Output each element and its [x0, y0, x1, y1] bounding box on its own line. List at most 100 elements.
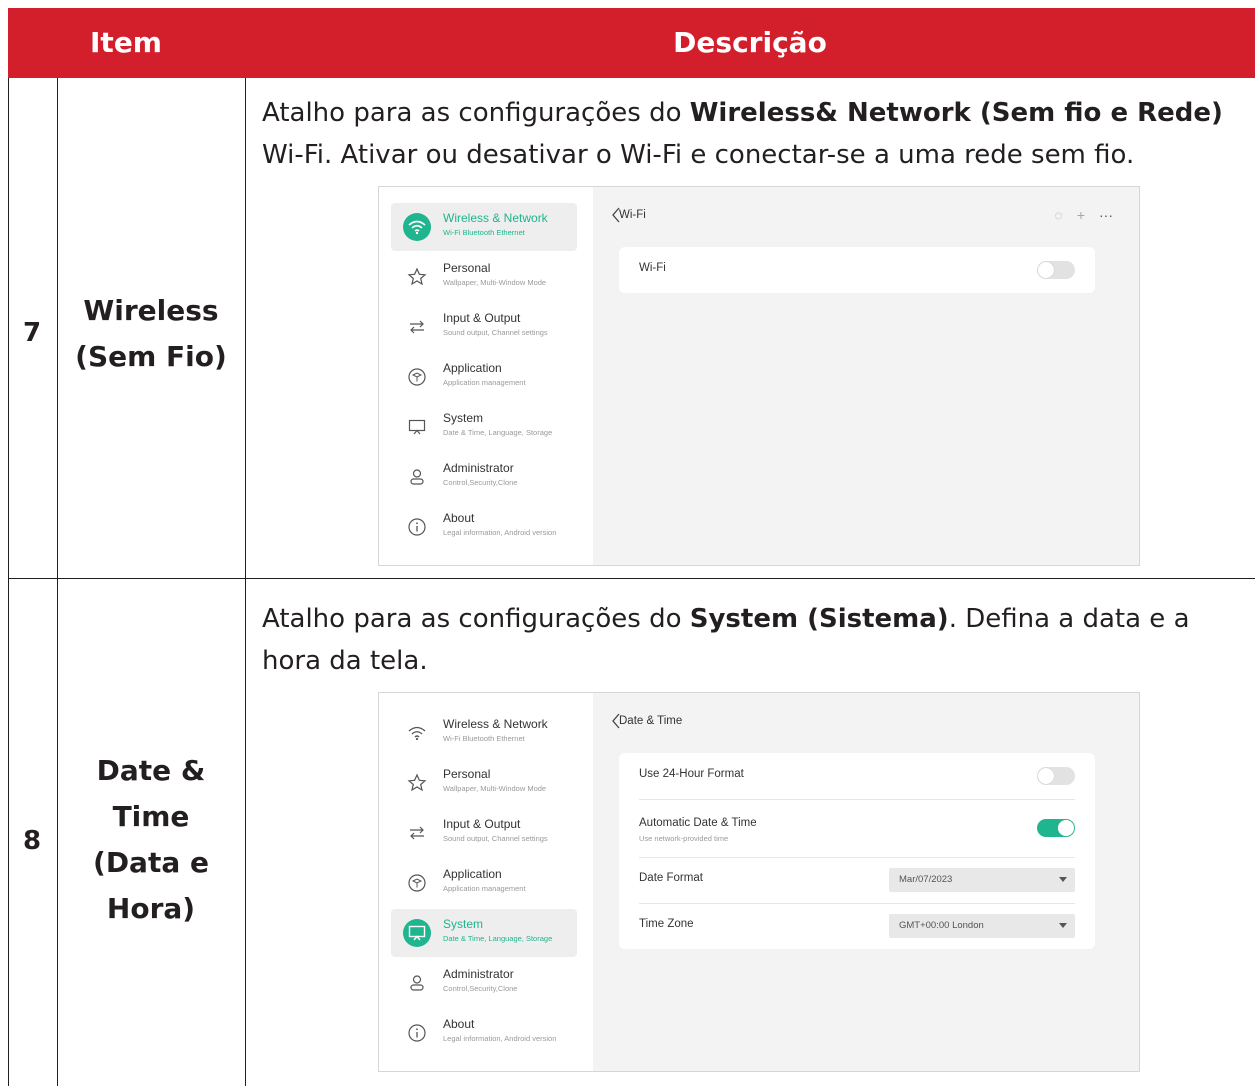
- desc-text: Wi-Fi. Ativar ou desativar o Wi-Fi e con…: [262, 140, 1135, 170]
- sidebar-item-subtitle: Wallpaper, Multi-Window Mode: [443, 278, 547, 287]
- row-number: 7: [22, 318, 42, 348]
- automatic-datetime-row: Automatic Date & Time Use network-provid…: [639, 799, 1075, 858]
- sidebar-item-title: Wireless & Network: [443, 211, 548, 225]
- cube-icon: [403, 363, 431, 391]
- sidebar-item-input-output[interactable]: Input & Output Sound output, Channel set…: [391, 809, 577, 857]
- sidebar-item-about[interactable]: About Legal information, Android version: [391, 503, 577, 551]
- wifi-toggle[interactable]: [1037, 261, 1075, 279]
- wifi-row: Wi-Fi: [639, 247, 1075, 293]
- star-icon: [403, 263, 431, 291]
- row-description: Atalho para as configurações do System (…: [262, 598, 1252, 682]
- sidebar-item-subtitle: Wi-Fi Bluetooth Ethernet: [443, 228, 525, 237]
- row-item-name-line: Date &: [96, 754, 206, 787]
- desc-text: Atalho para as configurações do: [262, 604, 690, 634]
- table-border-item: [245, 78, 246, 1086]
- date-format-row: Date Format Mar/07/2023: [639, 857, 1075, 904]
- sidebar-item-title: Input & Output: [443, 311, 521, 325]
- sidebar-item-subtitle: Wi-Fi Bluetooth Ethernet: [443, 734, 525, 743]
- settings-sidebar: Wireless & Network Wi-Fi Bluetooth Ether…: [379, 187, 593, 565]
- caret-down-icon: [1059, 923, 1067, 928]
- sidebar-item-title: About: [443, 511, 475, 525]
- sidebar-item-subtitle: Wallpaper, Multi-Window Mode: [443, 784, 547, 793]
- sidebar-item-application[interactable]: Application Application management: [391, 859, 577, 907]
- sidebar-item-title: Administrator: [443, 461, 514, 475]
- info-icon: [403, 513, 431, 541]
- table-header: Item Descrição: [8, 8, 1255, 78]
- refresh-icon[interactable]: ◌: [1054, 207, 1062, 223]
- arrows-icon: [403, 819, 431, 847]
- settings-sidebar: Wireless & Network Wi-Fi Bluetooth Ether…: [379, 693, 593, 1071]
- row-item-name: Wireless (Sem Fio): [58, 288, 244, 380]
- row-item-name: Date & Time (Data e Hora): [58, 748, 244, 932]
- sidebar-item-subtitle: Application management: [443, 378, 526, 387]
- info-icon: [403, 1019, 431, 1047]
- sidebar-item-title: Input & Output: [443, 817, 521, 831]
- sidebar-item-application[interactable]: Application Application management: [391, 353, 577, 401]
- sidebar-item-input-output[interactable]: Input & Output Sound output, Channel set…: [391, 303, 577, 351]
- more-icon[interactable]: ···: [1099, 207, 1113, 223]
- row-item-name-line: Time: [112, 800, 190, 833]
- wifi-card: Wi-Fi: [619, 247, 1095, 293]
- header-item: Item: [90, 26, 162, 59]
- use-24h-label: Use 24-Hour Format: [639, 768, 744, 780]
- automatic-datetime-sublabel: Use network-provided time: [639, 834, 729, 843]
- sidebar-item-administrator[interactable]: Administrator Control,Security,Clone: [391, 959, 577, 1007]
- sidebar-item-title: System: [443, 917, 484, 931]
- toolbar-icons: ◌ + ···: [1054, 207, 1113, 223]
- use-24h-row: Use 24-Hour Format: [639, 753, 1075, 800]
- desc-bold: System (Sistema): [689, 604, 949, 634]
- sidebar-item-title: System: [443, 411, 484, 425]
- wifi-icon: [403, 213, 431, 241]
- sidebar-item-title: Wireless & Network: [443, 717, 548, 731]
- date-format-label: Date Format: [639, 872, 703, 884]
- sidebar-item-wireless[interactable]: Wireless & Network Wi-Fi Bluetooth Ether…: [391, 709, 577, 757]
- header-description: Descrição: [673, 26, 827, 59]
- time-zone-value: GMT+00:00 London: [899, 920, 984, 931]
- row-item-name-line: (Sem Fio): [75, 340, 227, 373]
- sidebar-item-about[interactable]: About Legal information, Android version: [391, 1009, 577, 1057]
- sidebar-item-personal[interactable]: Personal Wallpaper, Multi-Window Mode: [391, 253, 577, 301]
- sidebar-item-subtitle: Legal information, Android version: [443, 528, 557, 537]
- sidebar-item-subtitle: Control,Security,Clone: [443, 478, 518, 487]
- use-24h-toggle[interactable]: [1037, 767, 1075, 785]
- sidebar-item-personal[interactable]: Personal Wallpaper, Multi-Window Mode: [391, 759, 577, 807]
- desc-text: Atalho para as configurações do: [262, 98, 690, 128]
- sidebar-item-wireless[interactable]: Wireless & Network Wi-Fi Bluetooth Ether…: [391, 203, 577, 251]
- caret-down-icon: [1059, 877, 1067, 882]
- sidebar-item-administrator[interactable]: Administrator Control,Security,Clone: [391, 453, 577, 501]
- arrows-icon: [403, 313, 431, 341]
- cube-icon: [403, 869, 431, 897]
- settings-screenshot-datetime: Wireless & Network Wi-Fi Bluetooth Ether…: [378, 692, 1140, 1072]
- sidebar-item-system[interactable]: System Date & Time, Language, Storage: [391, 403, 577, 451]
- sidebar-item-system[interactable]: System Date & Time, Language, Storage: [391, 909, 577, 957]
- automatic-datetime-toggle[interactable]: [1037, 819, 1075, 837]
- sidebar-item-title: Application: [443, 867, 502, 881]
- row-item-name-line: (Data e: [93, 846, 209, 879]
- table-border-left: [8, 78, 9, 1086]
- sidebar-item-title: Personal: [443, 261, 491, 275]
- star-icon: [403, 769, 431, 797]
- row-number: 8: [22, 826, 42, 856]
- time-zone-select[interactable]: GMT+00:00 London: [889, 914, 1075, 938]
- sidebar-item-subtitle: Control,Security,Clone: [443, 984, 518, 993]
- sidebar-item-subtitle: Legal information, Android version: [443, 1034, 557, 1043]
- plus-icon[interactable]: +: [1077, 207, 1085, 223]
- monitor-icon: [403, 413, 431, 441]
- automatic-datetime-label: Automatic Date & Time: [639, 817, 757, 829]
- row-item-name-line: Hora): [106, 892, 196, 925]
- date-format-select[interactable]: Mar/07/2023: [889, 868, 1075, 892]
- time-zone-row: Time Zone GMT+00:00 London: [639, 903, 1075, 949]
- row-item-name-line: Wireless: [83, 294, 219, 327]
- time-zone-label: Time Zone: [639, 918, 694, 930]
- table-row-divider: [8, 578, 1255, 579]
- datetime-card: Use 24-Hour Format Automatic Date & Time…: [619, 753, 1095, 949]
- table-border-number: [57, 78, 58, 1086]
- date-format-value: Mar/07/2023: [899, 874, 953, 885]
- sidebar-item-subtitle: Application management: [443, 884, 526, 893]
- user-icon: [403, 463, 431, 491]
- wifi-label: Wi-Fi: [639, 262, 666, 274]
- sidebar-item-subtitle: Date & Time, Language, Storage: [443, 934, 553, 943]
- monitor-icon: [403, 919, 431, 947]
- sidebar-item-title: Application: [443, 361, 502, 375]
- sidebar-item-subtitle: Sound output, Channel settings: [443, 834, 548, 843]
